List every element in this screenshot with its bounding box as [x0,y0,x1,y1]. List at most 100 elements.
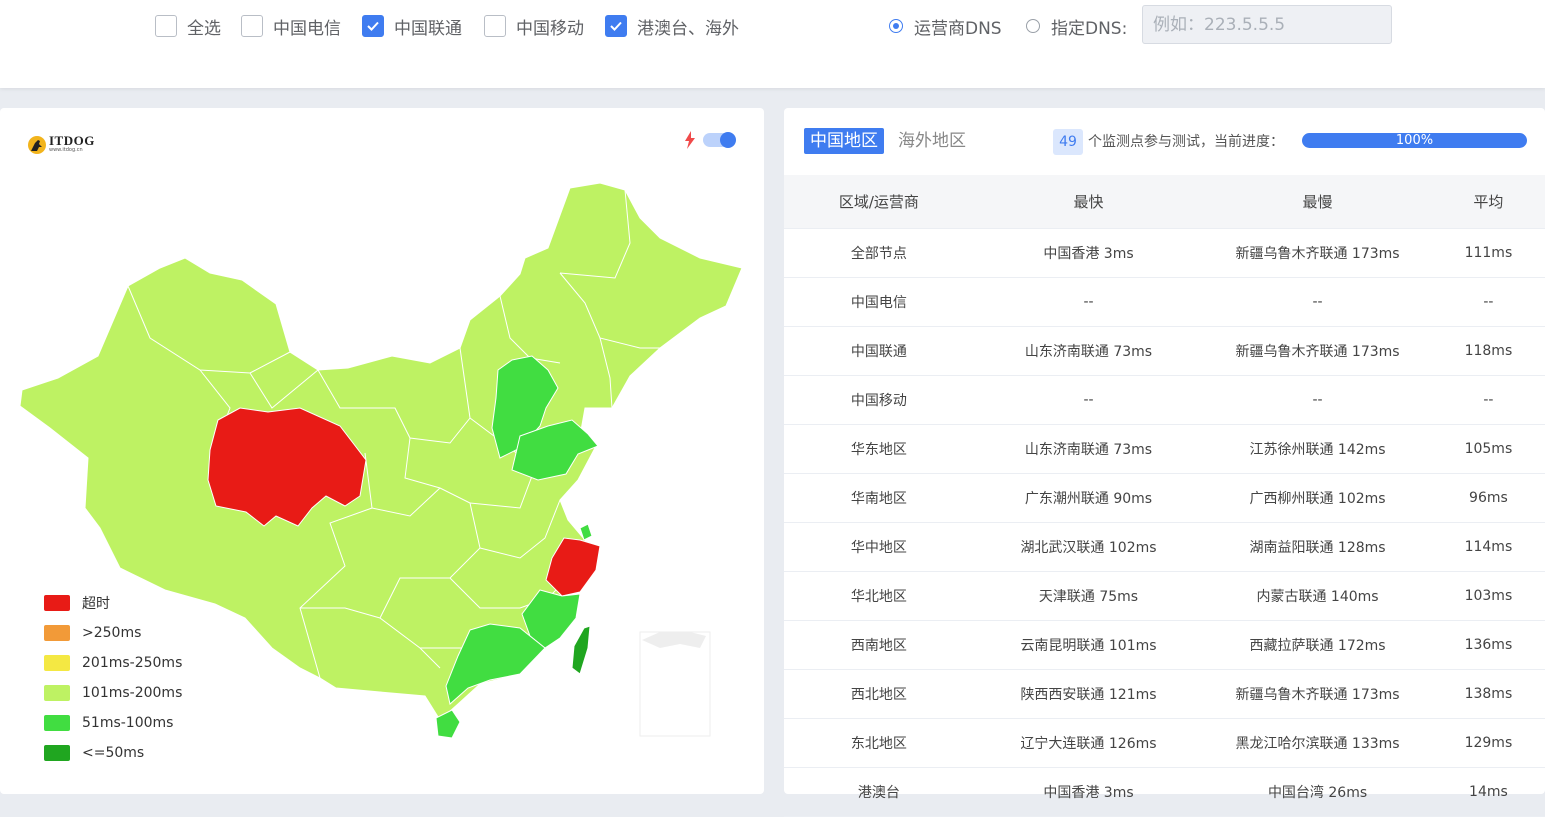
table-cell: 湖北武汉联通 102ms [973,522,1204,572]
legend-swatch [44,715,70,731]
radio-dot[interactable] [1026,19,1040,33]
table-row: 华北地区 天津联通 75ms 内蒙古联通 140ms 103ms [784,571,1545,621]
table-cell: 港澳台 [784,767,974,817]
table-cell: 西藏拉萨联通 172ms [1203,620,1432,670]
checkbox-label: 中国电信 [273,18,341,39]
table-cell: 111ms [1431,228,1545,278]
table-cell: 中国香港 3ms [973,767,1204,817]
table-row: 华东地区 山东济南联通 73ms 江苏徐州联通 142ms 105ms [784,424,1545,474]
table-cell: 西南地区 [784,620,974,670]
tab-overseas[interactable]: 海外地区 [892,128,972,154]
table-row: 港澳台 中国香港 3ms 中国台湾 26ms 14ms [784,767,1545,817]
checkbox-box[interactable] [241,15,263,37]
table-cell: 天津联通 75ms [973,571,1204,621]
radio-label: 指定DNS: [1051,18,1128,39]
table-cell: 138ms [1431,669,1545,719]
checkbox-china-telecom[interactable]: 中国电信 [241,13,341,39]
legend-label: >250ms [82,625,142,641]
radio-operator-dns[interactable]: 运营商DNS [889,13,1002,39]
table-row: 西南地区 云南昆明联通 101ms 西藏拉萨联通 172ms 136ms [784,620,1545,670]
table-cell: 湖南益阳联通 128ms [1203,522,1432,572]
table-cell: 山东济南联通 73ms [973,326,1204,376]
table-cell: 中国香港 3ms [973,228,1204,278]
radio-label: 运营商DNS [914,18,1002,39]
dns-input[interactable] [1142,5,1392,44]
table-cell: 广西柳州联通 102ms [1203,473,1432,523]
table-cell: 14ms [1431,767,1545,817]
legend-swatch [44,685,70,701]
column-header: 最慢 [1203,175,1432,229]
legend-label: 201ms-250ms [82,655,183,671]
table-row: 中国联通 山东济南联通 73ms 新疆乌鲁木齐联通 173ms 118ms [784,326,1545,376]
legend-item: 201ms-250ms [44,648,182,678]
legend-swatch [44,745,70,761]
table-cell: 中国移动 [784,375,974,425]
table-row: 中国电信 -- -- -- [784,277,1545,327]
table-cell: 中国台湾 26ms [1203,767,1432,817]
column-header: 平均 [1431,175,1545,229]
checkbox-china-mobile[interactable]: 中国移动 [484,13,584,39]
radio-custom-dns[interactable]: 指定DNS: [1026,13,1127,39]
checkbox-box[interactable] [155,15,177,37]
table-cell: 江苏徐州联通 142ms [1203,424,1432,474]
legend-item: <=50ms [44,738,182,768]
table-cell: -- [1203,375,1432,425]
table-cell: 105ms [1431,424,1545,474]
checkbox-label: 中国移动 [516,18,584,39]
inset-landmass [642,632,706,648]
table-cell: 黑龙江哈尔滨联通 133ms [1203,718,1432,768]
table-row: 全部节点 中国香港 3ms 新疆乌鲁木齐联通 173ms 111ms [784,228,1545,278]
legend-label: <=50ms [82,745,145,761]
checkbox-label: 中国联通 [394,18,462,39]
column-header: 最快 [973,175,1204,229]
table-cell: 103ms [1431,571,1545,621]
checkbox-box[interactable] [362,15,384,37]
results-panel: 中国地区 海外地区 49 个监测点参与测试，当前进度： 100% 区域/运营商 … [784,108,1545,817]
checkbox-label: 全选 [187,18,221,39]
table-cell: -- [1431,375,1545,425]
checkbox-hk-macau-taiwan-overseas[interactable]: 港澳台、海外 [605,13,739,39]
table-row: 华南地区 广东潮州联通 90ms 广西柳州联通 102ms 96ms [784,473,1545,523]
table-cell: 114ms [1431,522,1545,572]
legend-item: >250ms [44,618,182,648]
table-cell: 内蒙古联通 140ms [1203,571,1432,621]
table-cell: 新疆乌鲁木齐联通 173ms [1203,326,1432,376]
checkbox-box[interactable] [484,15,506,37]
legend-item: 101ms-200ms [44,678,182,708]
table-cell: 华中地区 [784,522,974,572]
table-row: 东北地区 辽宁大连联通 126ms 黑龙江哈尔滨联通 133ms 129ms [784,718,1545,768]
table-cell: 新疆乌鲁木齐联通 173ms [1203,669,1432,719]
node-count-text: 个监测点参与测试，当前进度： [1088,134,1284,150]
table-row: 华中地区 湖北武汉联通 102ms 湖南益阳联通 128ms 114ms [784,522,1545,572]
legend-item: 51ms-100ms [44,708,182,738]
progress-label: 100% [1395,133,1434,148]
checkbox-box[interactable] [605,15,627,37]
checkbox-china-unicom[interactable]: 中国联通 [362,13,462,39]
table-cell: 新疆乌鲁木齐联通 173ms [1203,228,1432,278]
legend-item: 超时 [44,588,182,618]
table-cell: -- [973,375,1204,425]
legend-swatch [44,595,70,611]
table-cell: 辽宁大连联通 126ms [973,718,1204,768]
table-row: 西北地区 陕西西安联通 121ms 新疆乌鲁木齐联通 173ms 138ms [784,669,1545,719]
table-cell: 96ms [1431,473,1545,523]
table-row: 中国移动 -- -- -- [784,375,1545,425]
table-header-row: 区域/运营商 最快 最慢 平均 [784,175,1545,229]
table-cell: -- [1431,277,1545,327]
node-count-badge: 49 [1053,129,1083,155]
table-cell: 广东潮州联通 90ms [973,473,1204,523]
map-region-taiwan[interactable] [571,625,591,675]
table-cell: 中国电信 [784,277,974,327]
legend-swatch [44,625,70,641]
filter-bar: 全选 中国电信 中国联通 中国移动 港澳台、海外 运营商DNS 指定DNS: [0,0,1545,88]
table-cell: 陕西西安联通 121ms [973,669,1204,719]
checkbox-select-all[interactable]: 全选 [155,13,221,39]
map-panel: ITDOG www.itdog.cn 超时 >250ms 201ms-250ms… [0,108,764,794]
tab-china[interactable]: 中国地区 [804,128,884,154]
table-cell: 中国联通 [784,326,974,376]
region-tabs: 中国地区 海外地区 [804,128,972,154]
legend-swatch [44,655,70,671]
legend-label: 超时 [82,596,110,612]
table-cell: 136ms [1431,620,1545,670]
radio-dot[interactable] [889,19,903,33]
